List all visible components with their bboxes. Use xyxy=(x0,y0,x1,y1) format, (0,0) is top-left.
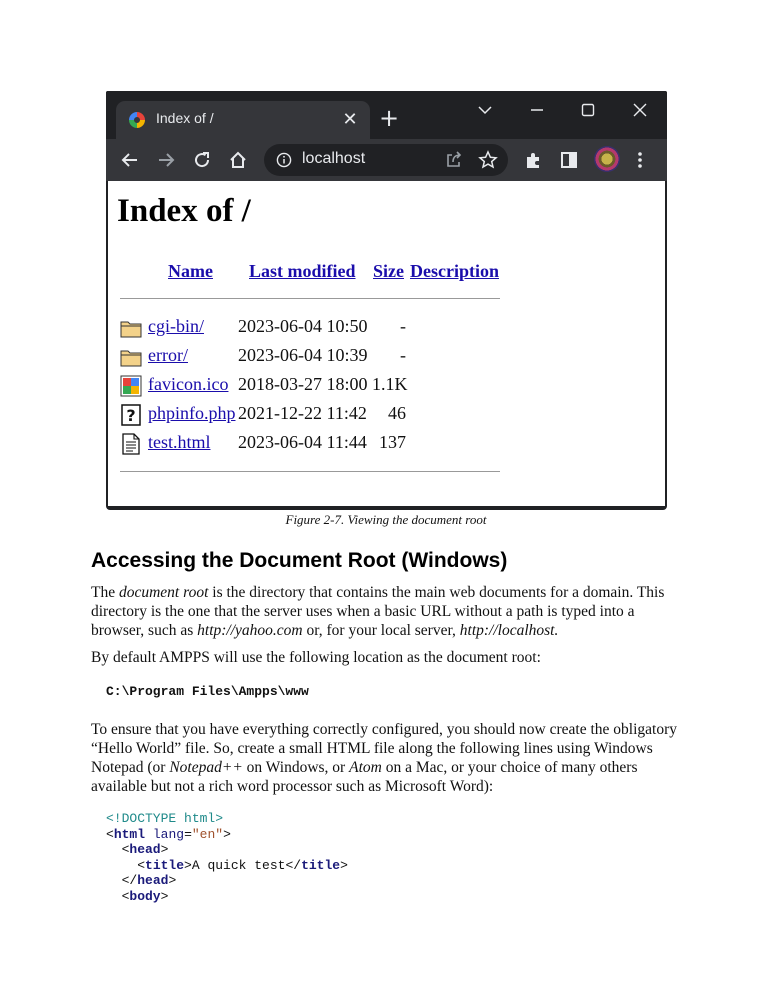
path-code: C:\Program Files\Ampps\www xyxy=(106,684,309,699)
kebab-menu-icon[interactable] xyxy=(628,148,652,172)
avatar[interactable] xyxy=(594,146,620,172)
table-row: ? phpinfo.php 2021-12-22 11:42 46 xyxy=(120,402,500,428)
emphasis: Notepad++ xyxy=(169,759,243,776)
tab-title: Index of / xyxy=(156,110,214,126)
table-row: cgi-bin/ 2023-06-04 10:50 - xyxy=(120,315,500,341)
html-code-sample: <!DOCTYPE html> <html lang="en"> <head> … xyxy=(106,811,348,904)
text-file-icon xyxy=(122,433,140,455)
text: The xyxy=(91,584,119,601)
file-modified: 2023-06-04 10:50 xyxy=(238,316,368,336)
reload-icon[interactable] xyxy=(190,148,214,172)
figure-caption: Figure 2-7. Viewing the document root xyxy=(285,512,487,527)
code-string: "en" xyxy=(191,826,224,842)
maximize-icon[interactable] xyxy=(571,95,605,125)
file-link[interactable]: error/ xyxy=(148,345,188,366)
text: on Windows, or xyxy=(242,759,350,776)
code-tag: body xyxy=(129,888,161,904)
address-bar[interactable]: localhost xyxy=(264,144,508,176)
code-tag: html xyxy=(113,826,146,842)
file-modified: 2021-12-22 11:42 xyxy=(238,403,367,423)
arrow-left-icon[interactable] xyxy=(118,148,142,172)
puzzle-icon[interactable] xyxy=(522,148,546,172)
file-modified: 2023-06-04 10:39 xyxy=(238,345,368,365)
file-link[interactable]: test.html xyxy=(148,432,211,453)
column-header-last-modified[interactable]: Last modified xyxy=(249,261,356,282)
table-row: test.html 2023-06-04 11:44 137 xyxy=(120,431,500,457)
side-panel-icon[interactable] xyxy=(557,148,581,172)
url-text: localhost xyxy=(302,150,366,167)
file-modified: 2023-06-04 11:44 xyxy=(238,432,367,452)
folder-icon xyxy=(120,321,142,338)
minimize-icon[interactable] xyxy=(520,95,554,125)
paragraph-hello-world: To ensure that you have everything corre… xyxy=(91,720,691,796)
table-row: error/ 2023-06-04 10:39 - xyxy=(120,344,500,370)
column-header-description[interactable]: Description xyxy=(410,261,499,282)
file-size: 1.1K xyxy=(372,374,408,394)
column-header-name[interactable]: Name xyxy=(168,261,213,282)
code-doctype: <!DOCTYPE html> xyxy=(106,811,224,826)
paragraph-document-root: The document root is the directory that … xyxy=(91,583,691,640)
close-icon[interactable]: ✕ xyxy=(340,108,360,130)
file-size: 46 xyxy=(388,403,406,423)
image-icon xyxy=(120,375,142,397)
emphasis: document root xyxy=(118,584,209,601)
file-size: - xyxy=(400,345,406,365)
code-text: A quick test xyxy=(191,857,286,873)
unknown-file-icon: ? xyxy=(121,404,141,426)
section-heading: Accessing the Document Root (Windows) xyxy=(91,549,508,572)
page-viewport: Index of / Name Last modified Size Descr… xyxy=(108,181,665,506)
paragraph-default-location: By default AMPPS will use the following … xyxy=(91,649,541,666)
emphasis: http://localhost. xyxy=(459,622,559,639)
emphasis: Atom xyxy=(349,759,382,776)
divider xyxy=(120,298,500,299)
arrow-right-icon[interactable] xyxy=(154,148,178,172)
plus-icon[interactable]: + xyxy=(378,106,400,130)
folder-icon xyxy=(120,350,142,367)
tab-bar: Index of / ✕ + xyxy=(106,91,667,139)
text: or, for your local server, xyxy=(302,622,460,639)
info-icon[interactable] xyxy=(276,152,292,168)
file-link[interactable]: phpinfo.php xyxy=(148,403,236,424)
chevron-down-icon[interactable] xyxy=(468,95,502,125)
browser-tab[interactable]: Index of / ✕ xyxy=(116,101,370,139)
browser-screenshot: Index of / ✕ + localhost Index of / Name… xyxy=(106,91,667,510)
window-close-icon[interactable] xyxy=(623,95,657,125)
file-modified: 2018-03-27 18:00 xyxy=(238,374,368,394)
file-size: 137 xyxy=(379,432,406,452)
code-attr: lang xyxy=(152,826,185,842)
home-icon[interactable] xyxy=(226,148,250,172)
file-size: - xyxy=(400,316,406,336)
file-link[interactable]: favicon.ico xyxy=(148,374,228,395)
file-link[interactable]: cgi-bin/ xyxy=(148,316,204,337)
emphasis: http://yahoo.com xyxy=(197,622,303,639)
code-tag: head xyxy=(137,873,169,888)
table-row: favicon.ico 2018-03-27 18:00 1.1K xyxy=(120,373,500,399)
svg-text:?: ? xyxy=(126,406,135,425)
divider xyxy=(120,471,500,472)
code-tag: title xyxy=(301,857,341,873)
share-icon[interactable] xyxy=(442,148,466,172)
column-header-size[interactable]: Size xyxy=(373,261,404,282)
page-heading: Index of / xyxy=(117,193,251,229)
ampps-favicon-icon xyxy=(129,112,145,128)
browser-toolbar: localhost xyxy=(106,139,667,181)
star-icon[interactable] xyxy=(476,148,500,172)
code-tag: title xyxy=(145,857,185,873)
code-tag: head xyxy=(129,842,161,857)
